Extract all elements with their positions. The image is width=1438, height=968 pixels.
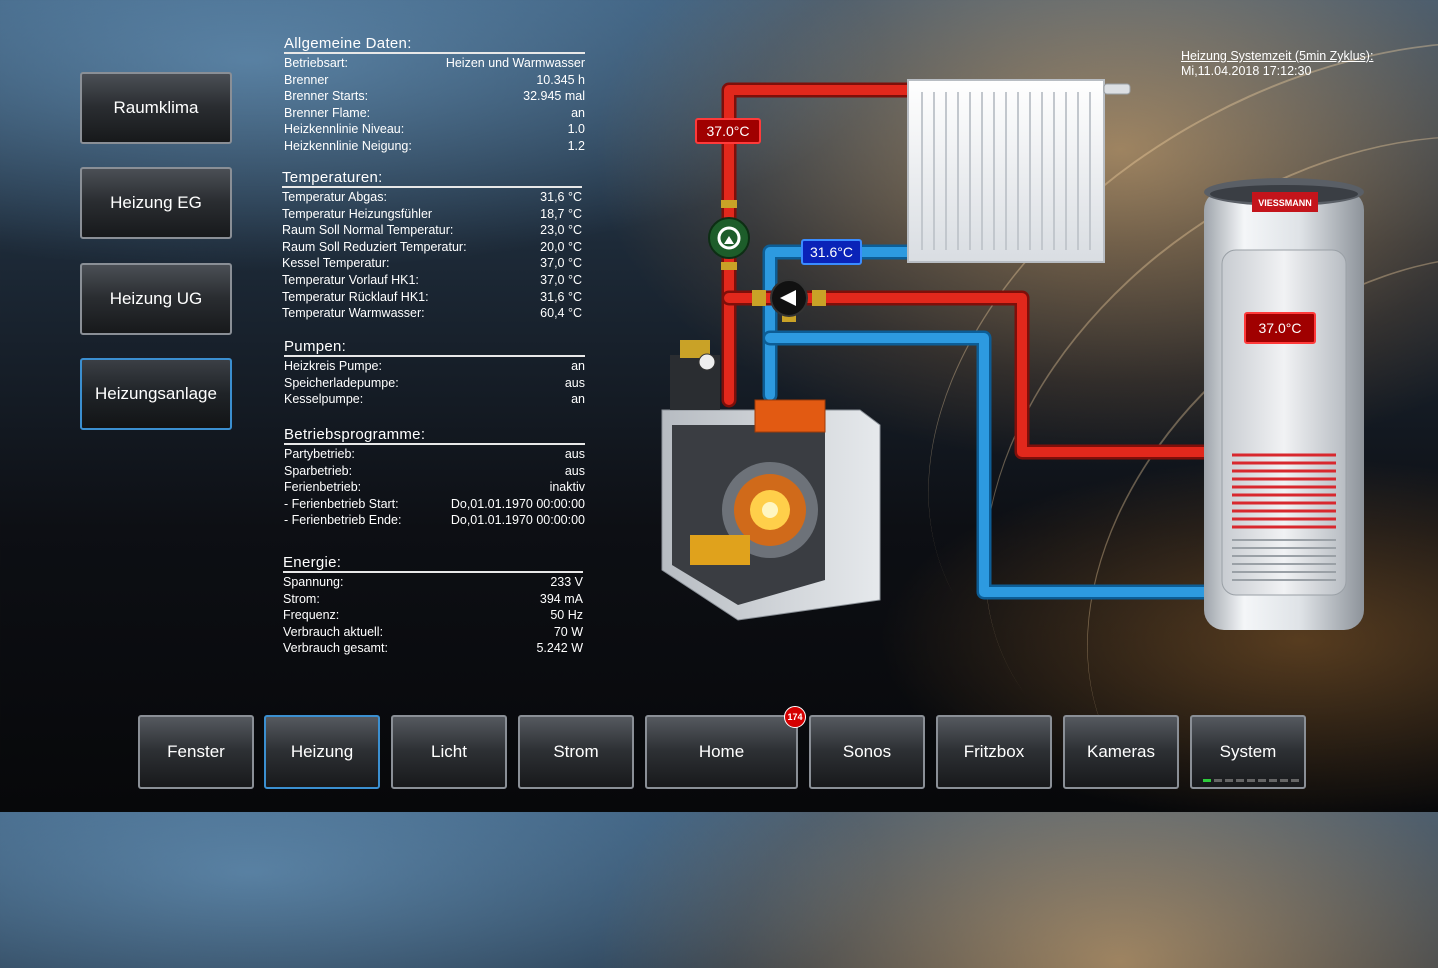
brand-logo: VIESSMANN: [1258, 198, 1312, 208]
nav-sonos[interactable]: Sonos: [809, 715, 925, 789]
nav-home[interactable]: Home: [645, 715, 798, 789]
supply-temperature-label: 37.0°C: [695, 118, 761, 144]
storage-tank-icon: VIESSMANN: [1204, 178, 1364, 630]
return-temperature-label: 31.6°C: [801, 239, 862, 265]
nav-licht[interactable]: Licht: [391, 715, 507, 789]
tank-temperature-label: 37.0°C: [1244, 312, 1316, 344]
nav-heizung[interactable]: Heizung: [264, 715, 380, 789]
nav-strom[interactable]: Strom: [518, 715, 634, 789]
nav-kameras[interactable]: Kameras: [1063, 715, 1179, 789]
home-notification-badge: 174: [784, 706, 806, 728]
nav-fritzbox[interactable]: Fritzbox: [936, 715, 1052, 789]
radiator-icon: [907, 79, 1131, 263]
system-status-indicator: [1203, 779, 1299, 782]
nav-fenster[interactable]: Fenster: [138, 715, 254, 789]
nav-system[interactable]: System: [1190, 715, 1306, 789]
